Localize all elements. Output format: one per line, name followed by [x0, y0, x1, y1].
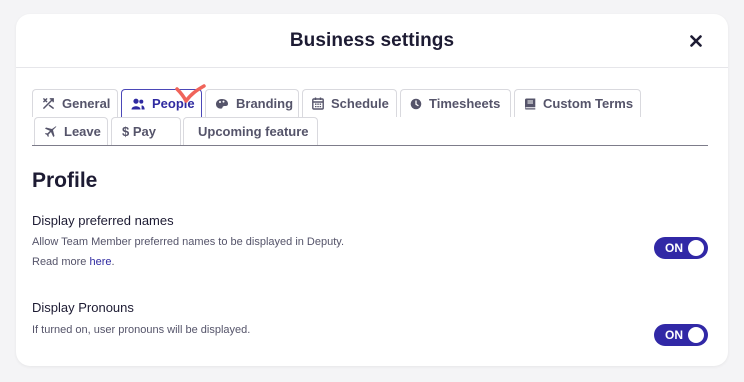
- close-icon: [690, 35, 702, 47]
- tab-general[interactable]: General: [32, 89, 118, 117]
- tab-label: Leave: [64, 124, 101, 139]
- tab-label: General: [62, 96, 111, 111]
- setting-description: Allow Team Member preferred names to be …: [32, 236, 345, 248]
- tab-label: Timesheets: [429, 96, 501, 111]
- tab-upcoming-feature[interactable]: Upcoming feature: [183, 117, 318, 145]
- book-icon: [525, 98, 536, 109]
- plane-icon: [44, 126, 57, 137]
- setting-title: Display preferred names: [32, 213, 174, 228]
- modal-header: Business settings: [16, 14, 728, 68]
- preferred-names-toggle[interactable]: ON: [654, 237, 708, 259]
- toggle-label: ON: [665, 241, 683, 255]
- palette-icon: [215, 98, 228, 109]
- setting-preferred-names: Display preferred names Allow Team Membe…: [32, 213, 708, 272]
- read-more-line: Read more here.: [32, 252, 708, 272]
- tab-pay[interactable]: $ Pay: [111, 117, 181, 145]
- clock-icon: [410, 98, 422, 109]
- tab-branding[interactable]: Branding: [205, 89, 299, 117]
- setting-description: If turned on, user pronouns will be disp…: [32, 324, 251, 336]
- tab-label: Upcoming feature: [198, 124, 309, 139]
- toggle-knob: [688, 240, 704, 256]
- toggle-label: ON: [665, 328, 683, 342]
- tab-timesheets[interactable]: Timesheets: [400, 89, 511, 117]
- read-more-prefix: Read more: [32, 256, 87, 268]
- tab-label: Custom Terms: [543, 96, 634, 111]
- settings-tabs: General People Branding Schedule Timeshe…: [32, 89, 708, 146]
- tools-icon: [43, 98, 54, 109]
- tab-label: $ Pay: [122, 124, 156, 139]
- toggle-knob: [688, 327, 704, 343]
- pronouns-toggle[interactable]: ON: [654, 324, 708, 346]
- tab-custom-terms[interactable]: Custom Terms: [514, 89, 641, 117]
- people-icon: [131, 98, 145, 109]
- read-more-link[interactable]: here: [89, 256, 111, 268]
- profile-content: Profile Display preferred names Allow Te…: [32, 169, 708, 346]
- tab-label: Branding: [236, 96, 294, 111]
- checkmark-annotation-icon: [175, 84, 206, 103]
- read-more-suffix: .: [111, 256, 115, 268]
- tab-label: Schedule: [331, 96, 389, 111]
- setting-pronouns: Display Pronouns If turned on, user pron…: [32, 300, 708, 346]
- close-button[interactable]: [684, 29, 708, 53]
- tab-leave[interactable]: Leave: [34, 117, 108, 145]
- modal-title: Business settings: [289, 29, 455, 51]
- tab-schedule[interactable]: Schedule: [302, 89, 397, 117]
- setting-title: Display Pronouns: [32, 300, 134, 315]
- business-settings-modal: Business settings General People Brandin…: [16, 14, 728, 366]
- section-title: Profile: [32, 169, 98, 192]
- calendar-icon: [312, 97, 324, 110]
